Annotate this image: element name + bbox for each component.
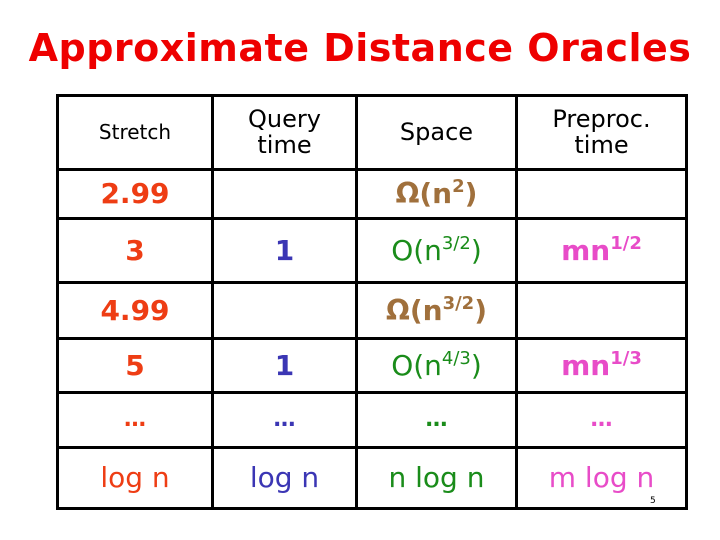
cell-preproc-time: m log n [515, 446, 688, 510]
header-preproc-line1: Preproc. [552, 105, 651, 134]
cell-space: O(n3/2) [355, 217, 518, 284]
table-row: … … … … [56, 391, 688, 449]
header-stretch: Stretch [56, 94, 214, 171]
table-row: 2.99 Ω(n2) [56, 168, 688, 220]
table-row: 3 1 O(n3/2) mn1/2 [56, 217, 688, 284]
page-number: 5 [650, 496, 656, 506]
distance-oracles-table: Stretch Query time Space Preproc. time 2… [56, 94, 688, 510]
cell-query-time: 1 [211, 337, 358, 394]
cell-query-time: log n [211, 446, 358, 510]
cell-preproc-time: … [515, 391, 688, 449]
cell-query-time [211, 168, 358, 220]
cell-query-time [211, 281, 358, 340]
table-header-row: Stretch Query time Space Preproc. time [56, 94, 688, 171]
table-row: 5 1 O(n4/3) mn1/3 [56, 337, 688, 394]
table-row: log n log n n log n m log n [56, 446, 688, 510]
cell-query-time: … [211, 391, 358, 449]
header-preproc-time: Preproc. time [515, 94, 688, 171]
cell-space: … [355, 391, 518, 449]
table-row: 4.99 Ω(n3/2) [56, 281, 688, 340]
header-query-line1: Query [248, 105, 321, 134]
slide-title: Approximate Distance Oracles [28, 26, 692, 70]
cell-space: O(n4/3) [355, 337, 518, 394]
cell-stretch: 3 [56, 217, 214, 284]
cell-preproc-time: mn1/2 [515, 217, 688, 284]
cell-preproc-time [515, 281, 688, 340]
cell-query-time: 1 [211, 217, 358, 284]
cell-space: Ω(n3/2) [355, 281, 518, 340]
cell-space: n log n [355, 446, 518, 510]
cell-preproc-time: mn1/3 [515, 337, 688, 394]
cell-space: Ω(n2) [355, 168, 518, 220]
cell-stretch: log n [56, 446, 214, 510]
cell-stretch: 4.99 [56, 281, 214, 340]
cell-preproc-time [515, 168, 688, 220]
cell-stretch: … [56, 391, 214, 449]
header-query-line2: time [257, 130, 312, 159]
header-preproc-line2: time [574, 130, 629, 159]
cell-stretch: 2.99 [56, 168, 214, 220]
header-query-time: Query time [211, 94, 358, 171]
header-space: Space [355, 94, 518, 171]
cell-stretch: 5 [56, 337, 214, 394]
